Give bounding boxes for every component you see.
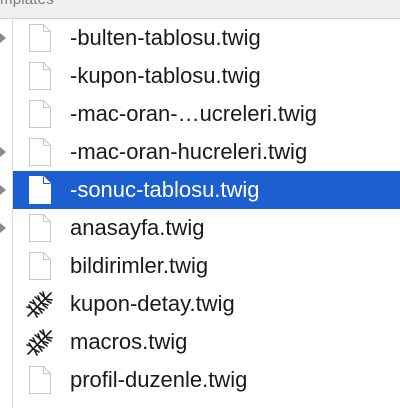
file-row[interactable]: -bulten-tablosu.twig xyxy=(13,19,400,57)
file-name: kupon-detay.twig xyxy=(70,291,235,316)
document-icon xyxy=(28,137,52,167)
disclosure-arrow-icon[interactable] xyxy=(0,223,6,233)
parent-column xyxy=(0,19,12,408)
disclosure-arrow-icon[interactable] xyxy=(0,147,6,157)
file-row[interactable]: bildirimler.twig xyxy=(13,247,400,285)
file-name: profil-duzenle.twig xyxy=(70,367,248,392)
column-header: mplates xyxy=(0,0,400,19)
document-icon xyxy=(28,99,52,129)
file-row[interactable]: profil-duzenle.twig xyxy=(13,361,400,399)
file-row[interactable]: -mac-oran-hucreleri.twig xyxy=(13,133,400,171)
document-icon xyxy=(28,175,52,205)
file-name: -mac-oran-…ucreleri.twig xyxy=(70,101,317,126)
document-icon xyxy=(28,251,52,281)
file-name: -mac-oran-hucreleri.twig xyxy=(70,139,308,164)
file-name: -bulten-tablosu.twig xyxy=(70,25,261,50)
file-row[interactable]: -sonuc-tablosu.twig xyxy=(13,171,400,209)
file-name: -kupon-tablosu.twig xyxy=(70,63,261,88)
document-icon xyxy=(28,213,52,243)
file-row[interactable]: macros.twig xyxy=(13,323,400,361)
document-icon xyxy=(28,365,52,395)
file-row[interactable]: kupon-detay.twig xyxy=(13,285,400,323)
file-name: macros.twig xyxy=(70,329,188,354)
file-name: -sonuc-tablosu.twig xyxy=(70,177,260,202)
disclosure-arrow-icon[interactable] xyxy=(0,185,6,195)
document-icon xyxy=(28,61,52,91)
disclosure-arrow-icon[interactable] xyxy=(0,33,6,43)
file-row[interactable]: -mac-oran-…ucreleri.twig xyxy=(13,95,400,133)
file-name: bildirimler.twig xyxy=(70,253,209,278)
file-name: anasayfa.twig xyxy=(70,215,205,240)
twig-branch-icon xyxy=(25,289,55,319)
folder-name: mplates xyxy=(0,0,54,8)
file-row[interactable]: -kupon-tablosu.twig xyxy=(13,57,400,95)
document-icon xyxy=(28,23,52,53)
file-row[interactable]: anasayfa.twig xyxy=(13,209,400,247)
twig-branch-icon xyxy=(25,327,55,357)
